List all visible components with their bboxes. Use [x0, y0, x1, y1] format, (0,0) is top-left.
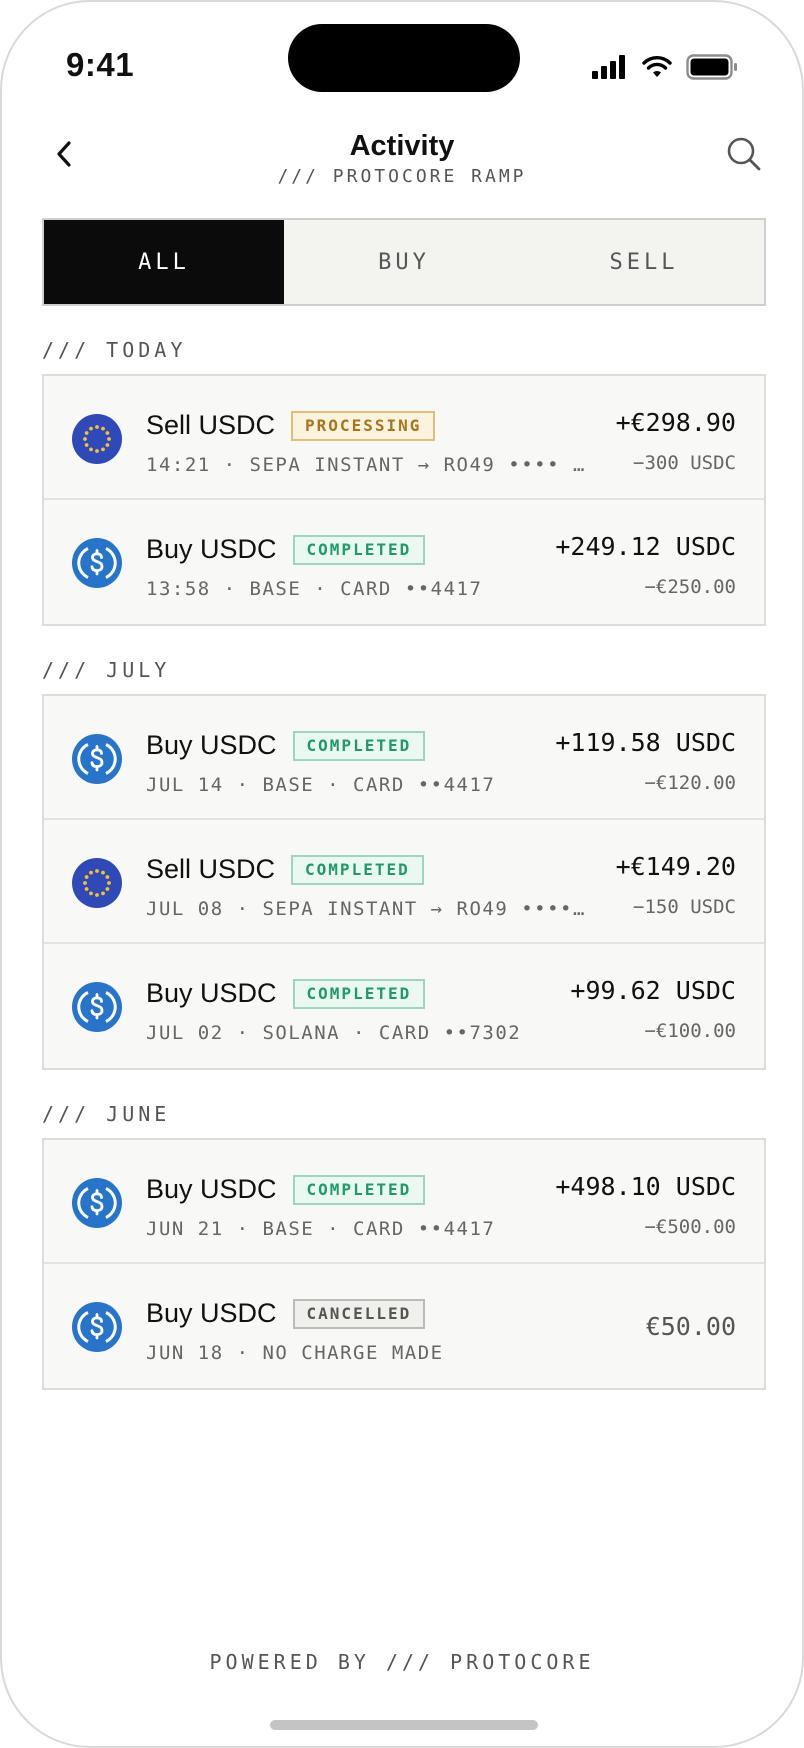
activity-row[interactable]: Buy USDC CANCELLED JUN 18 · NO CHARGE MA… [44, 1264, 764, 1388]
eur-coin-icon [72, 414, 122, 464]
dynamic-island [288, 24, 520, 92]
activity-row[interactable]: Sell USDC COMPLETED JUL 08 · SEPA INSTAN… [44, 820, 764, 944]
wifi-icon [642, 55, 672, 84]
row-amount: +249.12 USDC [555, 532, 736, 561]
page-subtitle: /// PROTOCORE RAMP [277, 166, 527, 187]
phone-frame: 9:41 Activity /// PROTOCORE RAMP ALL BUY… [0, 0, 804, 1748]
status-badge: COMPLETED [292, 1174, 426, 1205]
row-sub-amount: −150 USDC [633, 896, 736, 918]
row-amount: +99.62 USDC [570, 976, 736, 1005]
filter-tabs: ALL BUY SELL [42, 218, 766, 306]
status-badge: COMPLETED [292, 534, 426, 565]
row-name: Buy USDC [146, 1298, 277, 1328]
row-meta: JUN 21 · BASE · CARD ••4417 [146, 1218, 496, 1240]
row-sub-amount: −€250.00 [644, 576, 736, 598]
row-amount: €50.00 [645, 1312, 736, 1341]
row-amount: +119.58 USDC [555, 728, 736, 757]
status-badge: CANCELLED [292, 1298, 426, 1329]
row-title: Buy USDC CANCELLED [146, 1298, 426, 1329]
status-badge: PROCESSING [291, 410, 436, 441]
row-title: Sell USDC PROCESSING [146, 410, 436, 441]
activity-row[interactable]: Buy USDC COMPLETED JUL 14 · BASE · CARD … [44, 696, 764, 820]
status-bar: 9:41 [2, 2, 802, 122]
row-title: Buy USDC COMPLETED [146, 730, 426, 761]
header: Activity /// PROTOCORE RAMP [2, 122, 802, 202]
section-label-today: /// TODAY [42, 338, 187, 362]
section-label-july: /// JULY [42, 658, 171, 682]
signal-icon [592, 55, 628, 84]
usdc-coin-icon [72, 1302, 122, 1352]
row-title: Buy USDC COMPLETED [146, 978, 426, 1009]
search-button[interactable] [726, 136, 762, 172]
usdc-coin-icon [72, 734, 122, 784]
row-amount: +€298.90 [615, 408, 736, 437]
activity-group-today: Sell USDC PROCESSING 14:21 · SEPA INSTAN… [42, 374, 766, 626]
battery-icon [686, 54, 738, 85]
row-meta: JUL 14 · BASE · CARD ••4417 [146, 774, 496, 796]
row-name: Buy USDC [146, 534, 277, 564]
eur-coin-icon [72, 858, 122, 908]
row-name: Buy USDC [146, 978, 277, 1008]
row-meta: JUL 08 · SEPA INSTANT → RO49 ••••… [146, 898, 586, 920]
usdc-coin-icon [72, 1178, 122, 1228]
row-meta: 13:58 · BASE · CARD ••4417 [146, 578, 483, 600]
row-name: Buy USDC [146, 730, 277, 760]
status-icons [592, 54, 738, 85]
row-title: Buy USDC COMPLETED [146, 1174, 426, 1205]
search-icon [727, 137, 761, 171]
status-badge: COMPLETED [292, 730, 426, 761]
activity-group-june: Buy USDC COMPLETED JUN 21 · BASE · CARD … [42, 1138, 766, 1390]
usdc-coin-icon [72, 538, 122, 588]
row-sub-amount: −€120.00 [644, 772, 736, 794]
row-name: Sell USDC [146, 410, 276, 440]
row-sub-amount: −€100.00 [644, 1020, 736, 1042]
section-label-june: /// JUNE [42, 1102, 171, 1126]
row-amount: +€149.20 [615, 852, 736, 881]
tab-buy[interactable]: BUY [284, 220, 524, 304]
status-badge: COMPLETED [291, 854, 424, 885]
usdc-coin-icon [72, 982, 122, 1032]
row-sub-amount: −300 USDC [633, 452, 736, 474]
tab-all[interactable]: ALL [44, 220, 284, 304]
row-meta: JUL 02 · SOLANA · CARD ••7302 [146, 1022, 522, 1044]
activity-row[interactable]: Buy USDC COMPLETED 13:58 · BASE · CARD •… [44, 500, 764, 624]
row-meta: JUN 18 · NO CHARGE MADE [146, 1342, 444, 1364]
activity-row[interactable]: Sell USDC PROCESSING 14:21 · SEPA INSTAN… [44, 376, 764, 500]
status-badge: COMPLETED [292, 978, 426, 1009]
home-indicator[interactable] [270, 1720, 538, 1730]
page-title: Activity [349, 130, 455, 162]
row-name: Buy USDC [146, 1174, 277, 1204]
activity-group-july: Buy USDC COMPLETED JUL 14 · BASE · CARD … [42, 694, 766, 1070]
activity-row[interactable]: Buy USDC COMPLETED JUN 21 · BASE · CARD … [44, 1140, 764, 1264]
tab-sell[interactable]: SELL [524, 220, 764, 304]
activity-row[interactable]: Buy USDC COMPLETED JUL 02 · SOLANA · CAR… [44, 944, 764, 1068]
row-name: Sell USDC [146, 854, 276, 884]
footer-powered-by: POWERED BY /// PROTOCORE [209, 1650, 595, 1674]
row-amount: +498.10 USDC [555, 1172, 736, 1201]
row-title: Buy USDC COMPLETED [146, 534, 426, 565]
row-title: Sell USDC COMPLETED [146, 854, 424, 885]
row-meta: 14:21 · SEPA INSTANT → RO49 •••• … [146, 454, 586, 476]
row-sub-amount: −€500.00 [644, 1216, 736, 1238]
status-time: 9:41 [66, 46, 135, 83]
